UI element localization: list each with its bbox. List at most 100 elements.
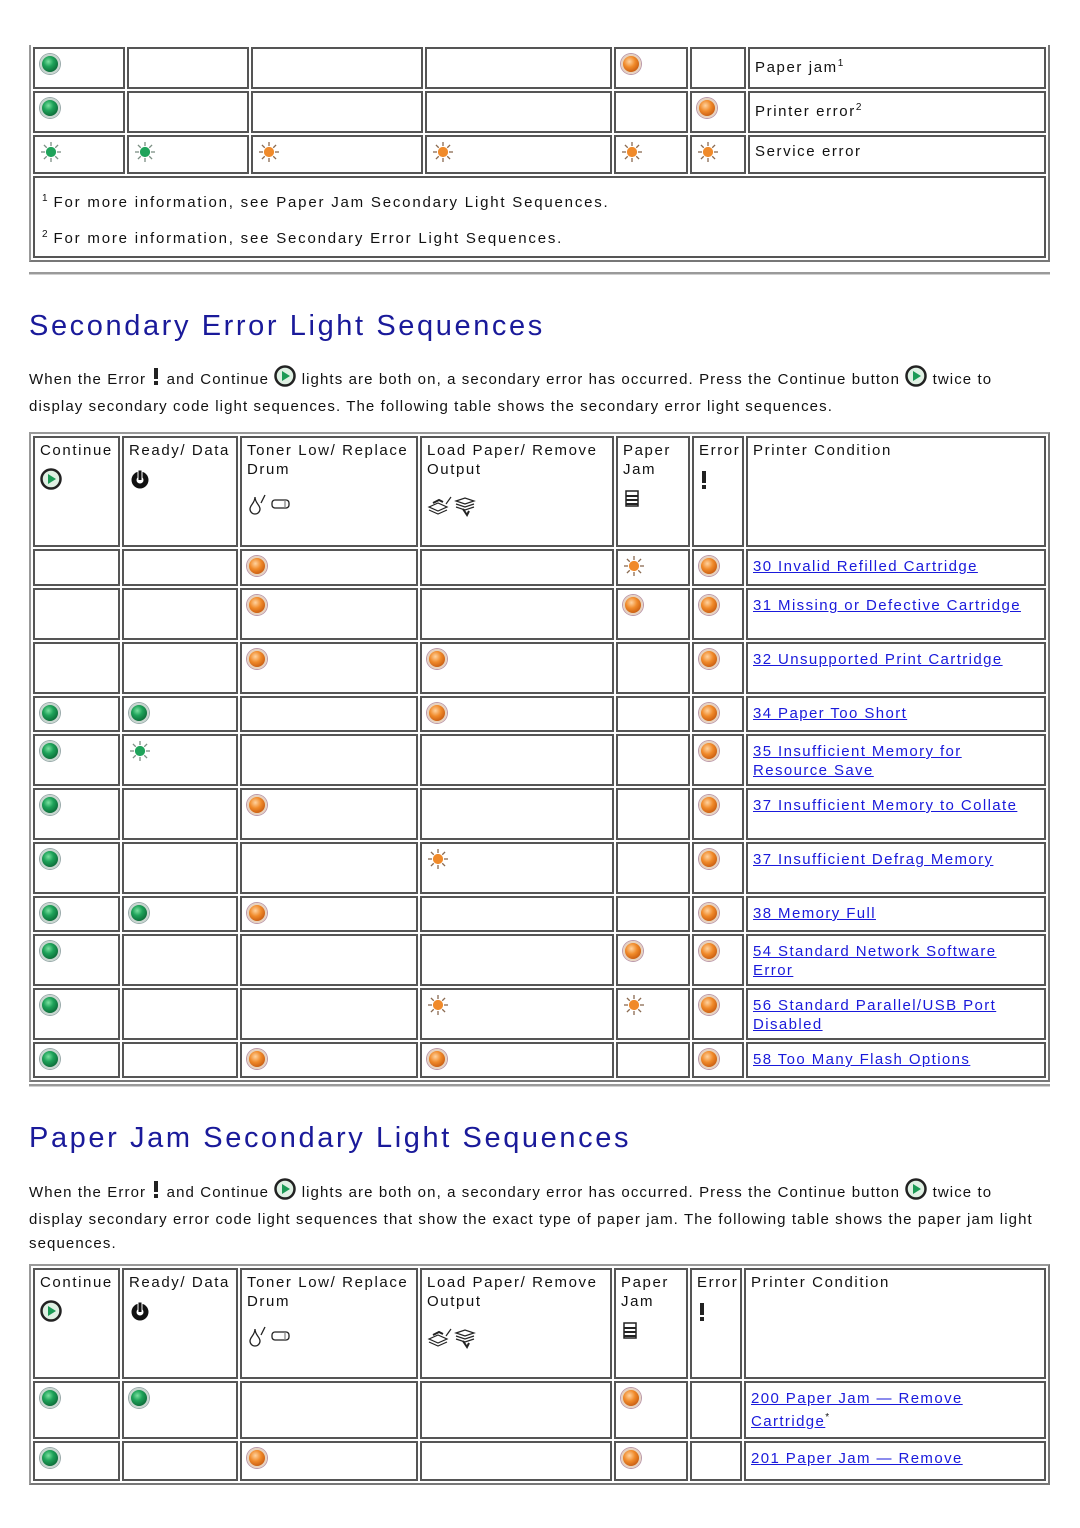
led-green-on-icon	[129, 1388, 149, 1408]
light-cell	[690, 1381, 742, 1439]
paper-jam-table: Continue Ready/ Data Toner Low/ Replace Dr…	[29, 1264, 1050, 1485]
error-icon	[699, 468, 709, 497]
light-cell	[616, 696, 690, 732]
column-header: Toner Low/ Replace Drum	[240, 1268, 418, 1379]
primary-light-table: Paper jam1 Printer error2 Service error 1 F…	[29, 45, 1050, 262]
printer-condition-link[interactable]: 37 Insufficient Memory to Collate	[753, 797, 1017, 814]
table-row: 37 Insufficient Defrag Memory	[33, 842, 1046, 894]
continue-icon	[40, 1300, 62, 1327]
light-cell	[33, 642, 120, 694]
light-cell	[240, 896, 418, 932]
light-cell	[420, 842, 614, 894]
led-orange-on-icon	[697, 98, 717, 118]
light-cell	[420, 1441, 612, 1481]
load-paper-icon	[427, 495, 453, 522]
paperjam-intro: When the Error and Continue lights are b…	[29, 1178, 1039, 1256]
error-icon	[151, 365, 161, 395]
printer-condition-link[interactable]: 54 Standard Network Software Error	[753, 943, 996, 979]
led-green-on-icon	[40, 98, 60, 118]
column-header-label: Load Paper/ Remove Output	[427, 442, 598, 478]
column-header-label: Ready/ Data	[129, 442, 230, 459]
light-cell	[616, 549, 690, 586]
footnote-marker: 1	[837, 58, 844, 69]
printer-condition-link[interactable]: 56 Standard Parallel/USB Port Disabled	[753, 997, 996, 1033]
led-orange-on-icon	[247, 556, 267, 576]
printer-condition-link[interactable]: 200 Paper Jam — Remove Cartridge	[751, 1390, 963, 1430]
light-cell	[33, 696, 120, 732]
drum-icon	[269, 1329, 293, 1348]
remove-output-icon	[453, 495, 477, 522]
light-cell	[690, 1441, 742, 1481]
section-title-secondary-error: Secondary Error Light Sequences	[29, 310, 545, 342]
light-cell	[240, 696, 418, 732]
printer-condition-link[interactable]: 32 Unsupported Print Cartridge	[753, 651, 1003, 668]
table-row: 201 Paper Jam — Remove	[33, 1441, 1046, 1481]
printer-condition-link[interactable]: 34 Paper Too Short	[753, 705, 907, 722]
led-orange-on-icon	[621, 1448, 641, 1468]
led-orange-on-icon	[621, 1388, 641, 1408]
condition-cell: 35 Insufficient Memory for Resource Save	[746, 734, 1046, 786]
led-orange-on-icon	[699, 741, 719, 761]
light-cell	[616, 842, 690, 894]
table-row: 54 Standard Network Software Error	[33, 934, 1046, 986]
light-cell	[692, 588, 744, 640]
light-cell	[616, 788, 690, 840]
table-header-row: Continue Ready/ Data Toner Low/ Replace Dr…	[33, 436, 1046, 547]
printer-condition-link[interactable]: 201 Paper Jam — Remove	[751, 1450, 963, 1467]
led-orange-on-icon	[699, 703, 719, 723]
light-cell	[692, 842, 744, 894]
light-cell	[33, 788, 120, 840]
table-row: 30 Invalid Refilled Cartridge	[33, 549, 1046, 586]
light-cell	[614, 1441, 688, 1481]
led-orange-on-icon	[699, 649, 719, 669]
light-cell	[122, 1042, 238, 1078]
continue-icon	[274, 1178, 297, 1208]
section-divider	[29, 1084, 1050, 1087]
light-cell	[692, 1042, 744, 1078]
column-header-label: Error	[699, 442, 741, 459]
condition-cell: 34 Paper Too Short	[746, 696, 1046, 732]
led-orange-on-icon	[427, 1049, 447, 1069]
light-cell	[122, 642, 238, 694]
light-cell	[614, 135, 688, 174]
led-green-blink-icon	[129, 740, 151, 762]
condition-cell: 58 Too Many Flash Options	[746, 1042, 1046, 1078]
light-cell	[614, 91, 688, 133]
light-cell	[425, 47, 612, 89]
light-cell	[614, 47, 688, 89]
led-orange-blink-icon	[427, 848, 449, 870]
printer-condition-link[interactable]: 35 Insufficient Memory for Resource Save	[753, 743, 962, 779]
printer-condition-link[interactable]: 30 Invalid Refilled Cartridge	[753, 558, 978, 575]
light-cell	[240, 934, 418, 986]
led-orange-on-icon	[247, 1049, 267, 1069]
footnotes-cell: 1 For more information, see Paper Jam Se…	[33, 176, 1046, 258]
footnote-text: For more information, see Secondary Erro…	[53, 230, 564, 247]
light-cell	[240, 588, 418, 640]
light-cell	[251, 91, 423, 133]
footnote-text: For more information, see Paper Jam Seco…	[53, 194, 610, 211]
light-cell	[420, 696, 614, 732]
led-green-on-icon	[40, 1388, 60, 1408]
paper-jam-icon	[621, 1319, 639, 1346]
column-header-label: Toner Low/ Replace Drum	[247, 442, 409, 478]
led-orange-on-icon	[699, 849, 719, 869]
light-cell	[690, 135, 746, 174]
light-cell	[420, 642, 614, 694]
light-cell	[420, 1042, 614, 1078]
light-cell	[251, 47, 423, 89]
light-cell	[420, 549, 614, 586]
led-green-on-icon	[40, 849, 60, 869]
toner-icon	[247, 493, 269, 520]
led-green-on-icon	[40, 903, 60, 923]
column-header-label: Printer Condition	[751, 1274, 890, 1291]
printer-condition-link[interactable]: 31 Missing or Defective Cartridge	[753, 597, 1021, 614]
condition-cell: 32 Unsupported Print Cartridge	[746, 642, 1046, 694]
printer-condition-link[interactable]: 58 Too Many Flash Options	[753, 1051, 970, 1068]
light-cell	[33, 549, 120, 586]
printer-condition-link[interactable]: 38 Memory Full	[753, 905, 876, 922]
led-orange-on-icon	[699, 995, 719, 1015]
printer-condition-link[interactable]: 37 Insufficient Defrag Memory	[753, 851, 993, 868]
light-cell	[122, 588, 238, 640]
led-orange-on-icon	[699, 595, 719, 615]
error-icon	[151, 1178, 161, 1208]
